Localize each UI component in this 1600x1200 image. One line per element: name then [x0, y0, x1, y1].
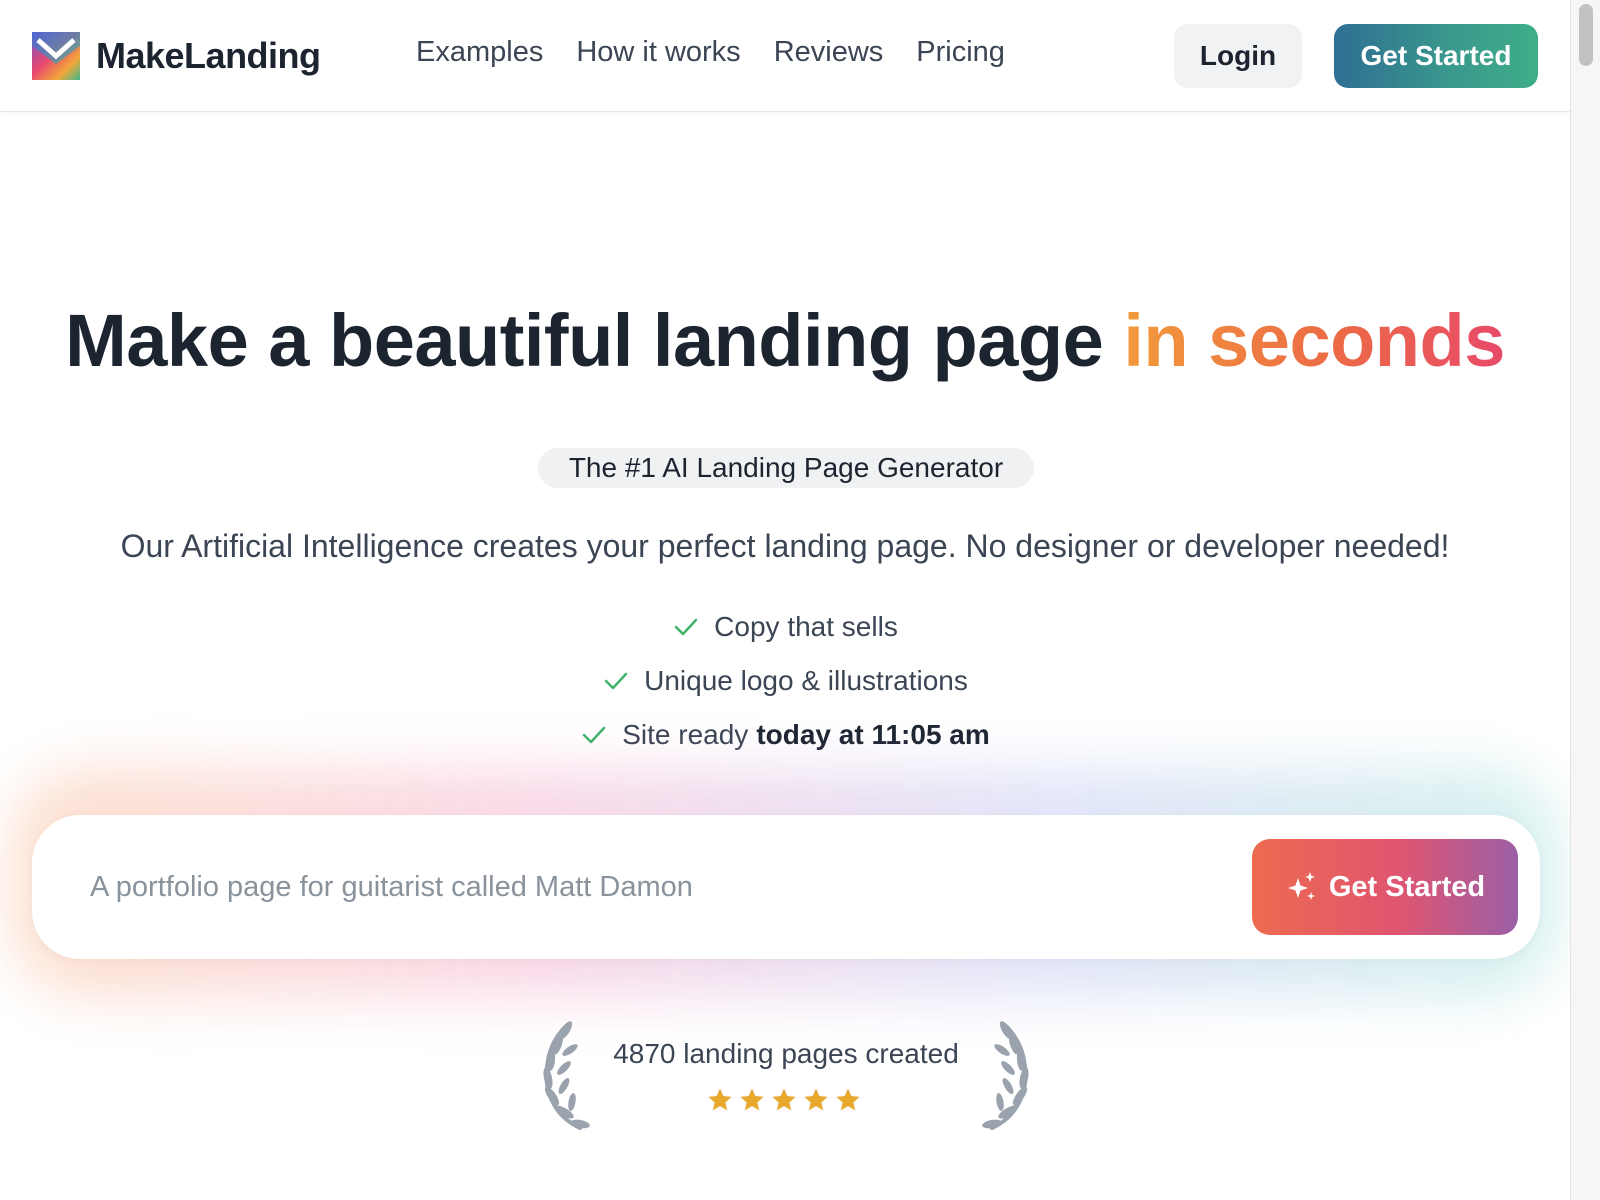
scrollbar-thumb[interactable]	[1579, 4, 1593, 66]
ready-time: today at 11:05 am	[756, 719, 990, 750]
feature-list: Copy that sells Unique logo & illustrati…	[0, 600, 1570, 762]
hero-title-accent: in seconds	[1123, 299, 1505, 382]
check-icon	[674, 618, 698, 636]
header-get-started-button[interactable]: Get Started	[1334, 24, 1538, 88]
nav-examples[interactable]: Examples	[416, 36, 543, 69]
makelanding-logo-icon	[32, 32, 80, 80]
feature-text: Copy that sells	[714, 611, 898, 642]
prompt-button-label: Get Started	[1328, 870, 1486, 903]
laurel-right-icon	[982, 1021, 1029, 1130]
prompt-box: Get Started	[32, 815, 1540, 959]
feature-text: Site ready	[622, 719, 749, 750]
star-icon	[708, 1088, 732, 1111]
site-header: MakeLanding Examples How it works Review…	[0, 0, 1570, 112]
feature-item: Site ready today at 11:05 am	[0, 708, 1570, 762]
sparkle-icon	[1287, 872, 1315, 900]
feature-text: Unique logo & illustrations	[644, 665, 968, 696]
stats-award: 4870 landing pages created	[536, 1020, 1036, 1136]
brand-name: MakeLanding	[96, 35, 321, 76]
hero-title-main: Make a beautiful landing page	[65, 299, 1124, 382]
star-icon	[836, 1088, 860, 1111]
page: MakeLanding Examples How it works Review…	[0, 0, 1570, 1200]
hero-title: Make a beautiful landing page in seconds	[0, 298, 1570, 383]
tagline-badge: The #1 AI Landing Page Generator	[538, 448, 1034, 488]
star-icon	[740, 1088, 764, 1111]
nav-pricing[interactable]: Pricing	[916, 36, 1005, 69]
rating-stars	[706, 1086, 862, 1114]
prompt-input[interactable]	[90, 851, 1220, 923]
star-icon	[804, 1088, 828, 1111]
brand-logo[interactable]: MakeLanding	[32, 32, 321, 80]
star-icon	[772, 1088, 796, 1111]
check-icon	[604, 672, 628, 690]
check-icon	[582, 726, 606, 744]
laurel-left-icon	[543, 1021, 590, 1130]
feature-item: Copy that sells	[0, 600, 1570, 654]
login-button[interactable]: Login	[1174, 24, 1302, 88]
main-nav: Examples How it works Reviews Pricing	[416, 36, 1005, 69]
feature-item: Unique logo & illustrations	[0, 654, 1570, 708]
prompt-get-started-button[interactable]: Get Started	[1252, 839, 1518, 935]
hero-subtitle: Our Artificial Intelligence creates your…	[120, 528, 1450, 564]
nav-how-it-works[interactable]: How it works	[576, 36, 740, 69]
vertical-scrollbar[interactable]	[1570, 0, 1600, 1200]
nav-reviews[interactable]: Reviews	[774, 36, 884, 69]
pages-created-count: 4870 landing pages created	[613, 1038, 959, 1069]
